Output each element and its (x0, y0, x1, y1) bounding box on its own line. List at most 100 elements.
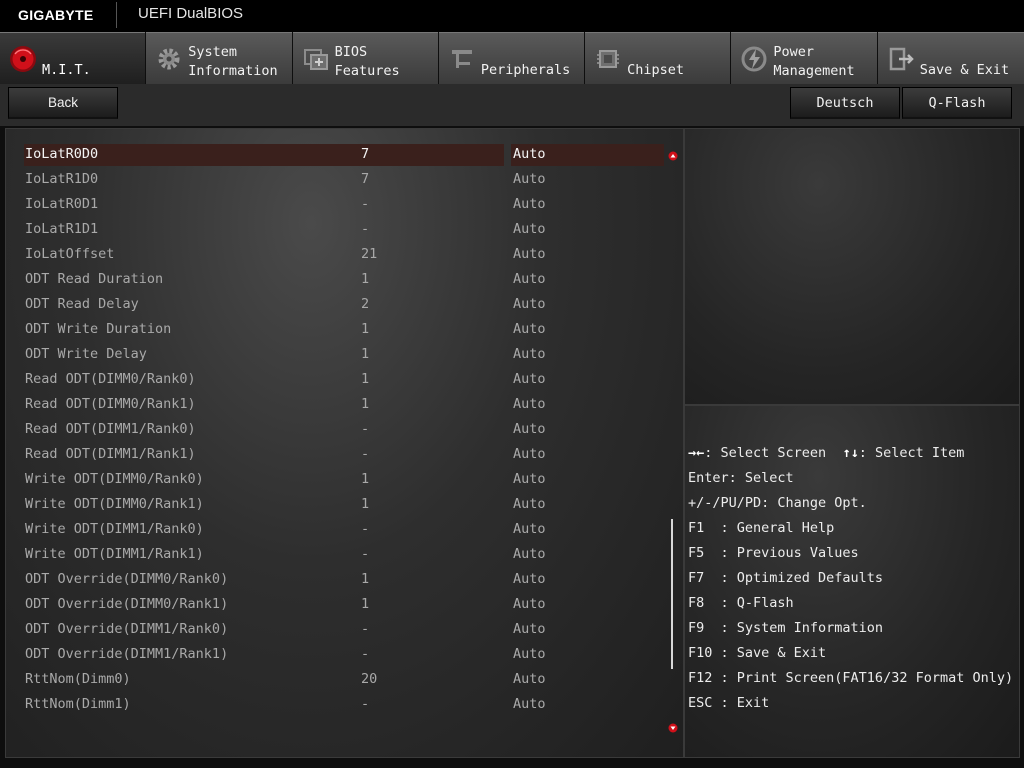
setting-option[interactable]: Auto (513, 146, 546, 162)
setting-current-value: 7 (361, 171, 370, 187)
tab-label: Save & Exit (919, 62, 1010, 78)
help-line: F10 : Save & Exit (688, 645, 827, 661)
setting-row[interactable]: ODT Read Duration 1 Auto (6, 267, 666, 292)
item-help-panel (684, 128, 1020, 405)
setting-current-value: - (361, 421, 370, 437)
gigabyte-logo: GIGABYTE (18, 7, 94, 23)
setting-option[interactable]: Auto (513, 371, 546, 387)
key-help-panel: →←: Select Screen ↑↓: Select Item Enter:… (684, 405, 1020, 758)
setting-option[interactable]: Auto (513, 596, 546, 612)
setting-option[interactable]: Auto (513, 296, 546, 312)
setting-row[interactable]: Write ODT(DIMM0/Rank1) 1 Auto (6, 492, 666, 517)
setting-name: Read ODT(DIMM1/Rank0) (25, 421, 196, 437)
setting-option[interactable]: Auto (513, 571, 546, 587)
qflash-button[interactable]: Q-Flash (902, 87, 1012, 119)
setting-name: Write ODT(DIMM1/Rank0) (25, 521, 204, 537)
help-line: F7 : Optimized Defaults (688, 570, 884, 586)
setting-row[interactable]: Write ODT(DIMM0/Rank0) 1 Auto (6, 467, 666, 492)
tab-power-management[interactable]: Power Management (731, 32, 877, 84)
setting-row[interactable]: ODT Override(DIMM1/Rank1) - Auto (6, 642, 666, 667)
setting-row[interactable]: RttNom(Dimm0) 20 Auto (6, 667, 666, 692)
help-line: Enter: Select (688, 470, 794, 486)
help-line: F12 : Print Screen(FAT16/32 Format Only) (688, 670, 1014, 686)
setting-option[interactable]: Auto (513, 271, 546, 287)
setting-row[interactable]: Write ODT(DIMM1/Rank1) - Auto (6, 542, 666, 567)
setting-current-value: 1 (361, 471, 370, 487)
setting-name: RttNom(Dimm1) (25, 696, 131, 712)
setting-row[interactable]: ODT Write Delay 1 Auto (6, 342, 666, 367)
setting-row[interactable]: Read ODT(DIMM1/Rank0) - Auto (6, 417, 666, 442)
tab-peripherals[interactable]: Peripherals (438, 32, 585, 84)
setting-option[interactable]: Auto (513, 646, 546, 662)
setting-row[interactable]: IoLatR1D1 - Auto (6, 217, 666, 242)
setting-current-value: - (361, 696, 370, 712)
product-title: UEFI DualBIOS (138, 5, 244, 22)
tab-system-information[interactable]: System Information (146, 32, 292, 84)
setting-option[interactable]: Auto (513, 521, 546, 537)
setting-row[interactable]: Write ODT(DIMM1/Rank0) - Auto (6, 517, 666, 542)
setting-option[interactable]: Auto (513, 671, 546, 687)
setting-current-value: 1 (361, 271, 370, 287)
help-line: F5 : Previous Values (688, 545, 859, 561)
chipset-icon (597, 50, 620, 68)
help-line: F8 : Q-Flash (688, 595, 794, 611)
setting-option[interactable]: Auto (513, 446, 546, 462)
setting-option[interactable]: Auto (513, 396, 546, 412)
tab-label: Chipset (627, 62, 685, 78)
setting-row[interactable]: ODT Override(DIMM0/Rank1) 1 Auto (6, 592, 666, 617)
setting-row[interactable]: IoLatOffset 21 Auto (6, 242, 666, 267)
setting-row[interactable]: ODT Override(DIMM0/Rank0) 1 Auto (6, 567, 666, 592)
language-button[interactable]: Deutsch (790, 87, 900, 119)
setting-name: IoLatR1D1 (25, 221, 99, 237)
setting-row[interactable]: IoLatR1D0 7 Auto (6, 167, 666, 192)
setting-option[interactable]: Auto (513, 546, 546, 562)
setting-row[interactable]: Read ODT(DIMM0/Rank1) 1 Auto (6, 392, 666, 417)
back-button[interactable]: Back (8, 87, 118, 119)
scrollbar[interactable] (671, 519, 673, 669)
setting-option[interactable]: Auto (513, 196, 546, 212)
tab-chipset[interactable]: Chipset (585, 32, 731, 84)
scroll-up-arrow-icon[interactable] (668, 151, 678, 161)
setting-name: Write ODT(DIMM0/Rank1) (25, 496, 204, 512)
setting-name: Read ODT(DIMM0/Rank1) (25, 396, 196, 412)
toolbar: Back Deutsch Q-Flash (0, 84, 1024, 126)
brand-bar: GIGABYTE UEFI DualBIOS (0, 0, 1024, 32)
setting-current-value: - (361, 196, 370, 212)
setting-option[interactable]: Auto (513, 696, 546, 712)
scroll-down-arrow-icon[interactable] (668, 723, 678, 733)
tab-mit[interactable]: M.I.T. (0, 32, 146, 84)
setting-row[interactable]: ODT Read Delay 2 Auto (6, 292, 666, 317)
setting-name: ODT Read Delay (25, 296, 139, 312)
setting-name: ODT Write Delay (25, 346, 147, 362)
setting-name: Read ODT(DIMM1/Rank1) (25, 446, 196, 462)
setting-option[interactable]: Auto (513, 221, 546, 237)
setting-option[interactable]: Auto (513, 471, 546, 487)
setting-row[interactable]: Read ODT(DIMM0/Rank0) 1 Auto (6, 367, 666, 392)
setting-option[interactable]: Auto (513, 321, 546, 337)
setting-row[interactable]: Read ODT(DIMM1/Rank1) - Auto (6, 442, 666, 467)
help-line-navigation: →←: Select Screen ↑↓: Select Item (688, 445, 1013, 470)
up-down-arrows-icon: ↑↓ (842, 445, 859, 461)
mit-dial-icon (10, 46, 36, 72)
tab-bios-features[interactable]: BIOS Features (292, 32, 438, 84)
setting-row[interactable]: ODT Write Duration 1 Auto (6, 317, 666, 342)
help-line: +/-/PU/PD: Change Opt. (688, 495, 867, 511)
setting-option[interactable]: Auto (513, 246, 546, 262)
setting-option[interactable]: Auto (513, 171, 546, 187)
setting-row[interactable]: ODT Override(DIMM1/Rank0) - Auto (6, 617, 666, 642)
setting-option[interactable]: Auto (513, 496, 546, 512)
setting-name: IoLatOffset (25, 246, 115, 262)
setting-current-value: - (361, 646, 370, 662)
setting-row[interactable]: IoLatR0D1 - Auto (6, 192, 666, 217)
setting-name: ODT Override(DIMM0/Rank1) (25, 596, 229, 612)
setting-option[interactable]: Auto (513, 621, 546, 637)
setting-row[interactable]: IoLatR0D0 7 Auto (6, 142, 666, 167)
setting-current-value: 1 (361, 596, 370, 612)
setting-row[interactable]: RttNom(Dimm1) - Auto (6, 692, 666, 717)
setting-option[interactable]: Auto (513, 346, 546, 362)
setting-name: Read ODT(DIMM0/Rank0) (25, 371, 196, 387)
setting-option[interactable]: Auto (513, 421, 546, 437)
exit-door-icon (889, 47, 914, 71)
tab-save-exit[interactable]: Save & Exit (877, 32, 1024, 84)
tab-label: System Information (188, 44, 278, 79)
